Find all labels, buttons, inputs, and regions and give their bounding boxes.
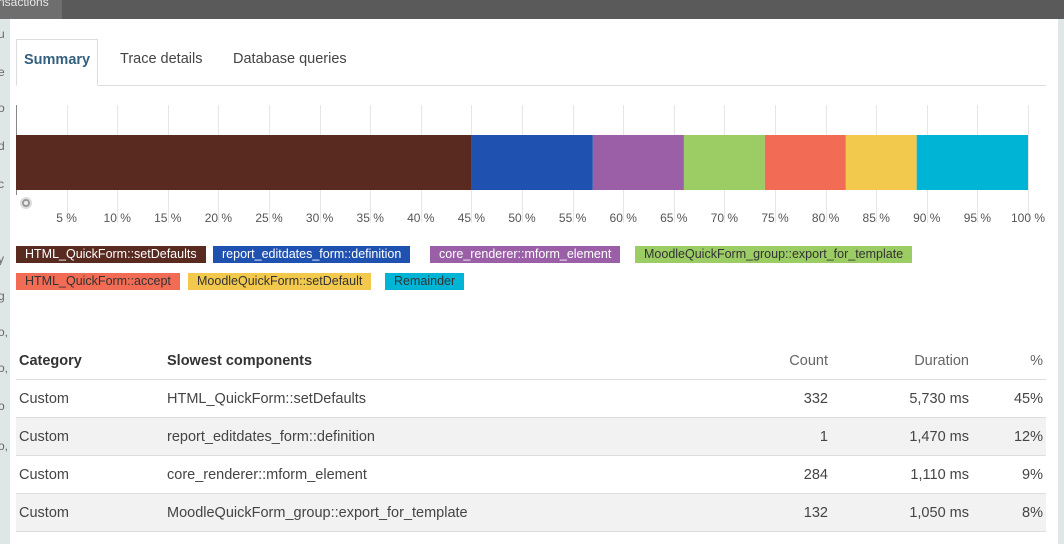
cell-count: 284	[620, 455, 831, 494]
cell-count: 332	[620, 379, 831, 418]
x-tick-label: 40 %	[407, 211, 435, 225]
background-text-fragment: o,	[0, 325, 9, 339]
legend-item[interactable]: HTML_QuickForm::accept	[16, 273, 180, 290]
table-row: Custom MoodleQuickForm_group::export_for_…	[16, 493, 1046, 532]
background-text-fragment: e	[0, 65, 5, 79]
legend-item[interactable]: MoodleQuickForm_group::export_for_templa…	[635, 246, 913, 263]
x-tick-label: 80 %	[812, 211, 840, 225]
table-row: Custom report_editdates_form::definition 1…	[16, 417, 1046, 456]
cell-component: report_editdates_form::definition	[164, 417, 620, 456]
duration-chart: 5 % 10 % 15 % 20 % 25 % 30 % 35 % 40 % 45 % 50 % 5…	[16, 105, 1046, 235]
header-count: Count	[620, 342, 831, 380]
x-tick-label: 30 %	[306, 211, 334, 225]
x-tick-label: 85 %	[863, 211, 891, 225]
background-text-fragment: o	[0, 101, 5, 115]
cell-pct: 12%	[972, 417, 1046, 456]
background-text-fragment: c	[0, 177, 4, 191]
cell-category: Custom	[16, 417, 164, 456]
cell-count: 1	[620, 417, 831, 456]
cell-duration: 1,050 ms	[831, 493, 972, 532]
origin-marker-dot	[24, 201, 28, 205]
tab-trace-details[interactable]: Trace details	[120, 39, 202, 84]
bar-segment-2[interactable]	[592, 135, 684, 190]
x-tick-label: 35 %	[357, 211, 385, 225]
cell-component: MoodleQuickForm_group::export_for_templa…	[164, 493, 620, 532]
background-text-fragment: y	[0, 252, 4, 266]
scrollbar-track[interactable]	[1058, 19, 1064, 544]
tab-database-queries[interactable]: Database queries	[233, 39, 347, 84]
x-tick-label: 55 %	[559, 211, 587, 225]
transactions-tab[interactable]: nsactions	[0, 0, 62, 19]
table-row: Custom core_renderer::mform_element 284 1,1…	[16, 455, 1046, 494]
x-tick-label: 45 %	[458, 211, 486, 225]
header-pct: %	[972, 342, 1046, 380]
table-header-row: Category Slowest components Count Durati…	[16, 342, 1046, 380]
x-tick-label: 10 %	[104, 211, 132, 225]
x-tick-label: 70 %	[711, 211, 739, 225]
x-tick-label: 5 %	[56, 211, 77, 225]
x-tick-label: 25 %	[255, 211, 283, 225]
x-tick-label: 100 %	[1011, 211, 1045, 225]
legend-item[interactable]: report_editdates_form::definition	[213, 246, 411, 263]
table-row: Custom HTML_QuickForm::setDefaults 332 5,73…	[16, 379, 1046, 418]
background-page-strip: u e o d c y g o, o, o o,	[0, 19, 10, 544]
profiler-panel: Summary Trace details Database queries 5…	[10, 19, 1058, 544]
legend-item[interactable]: Remainder	[385, 273, 465, 290]
x-tick-label: 20 %	[205, 211, 233, 225]
bar-segment-0[interactable]	[16, 135, 472, 190]
cell-component: core_renderer::mform_element	[164, 455, 620, 494]
bar-segment-1[interactable]	[471, 135, 593, 190]
chart-svg: 5 % 10 % 15 % 20 % 25 % 30 % 35 % 40 % 45 % 50 % 5…	[16, 105, 1045, 225]
header-components: Slowest components	[164, 342, 620, 380]
x-tick-label: 15 %	[154, 211, 182, 225]
cell-duration: 1,110 ms	[831, 455, 972, 494]
tab-bar: Summary Trace details Database queries	[16, 39, 1046, 86]
top-bar: nsactions	[0, 0, 1064, 19]
x-tick-label: 65 %	[660, 211, 688, 225]
background-text-fragment: d	[0, 139, 5, 153]
legend-item[interactable]: HTML_QuickForm::setDefaults	[16, 246, 206, 263]
tab-summary[interactable]: Summary	[16, 39, 99, 86]
cell-count: 132	[620, 493, 831, 532]
cell-duration: 5,730 ms	[831, 379, 972, 418]
x-tick-label: 60 %	[610, 211, 638, 225]
background-text-fragment: o,	[0, 361, 9, 375]
x-tick-label: 95 %	[964, 211, 992, 225]
bar-segment-6[interactable]	[916, 135, 1028, 190]
cell-category: Custom	[16, 379, 164, 418]
background-text-fragment: o	[0, 399, 5, 413]
x-tick-label: 90 %	[913, 211, 941, 225]
cell-category: Custom	[16, 455, 164, 494]
cell-pct: 9%	[972, 455, 1046, 494]
components-table: Category Slowest components Count Durati…	[16, 342, 1046, 532]
legend-item[interactable]: core_renderer::mform_element	[430, 246, 621, 263]
x-tick-label: 50 %	[508, 211, 536, 225]
background-text-fragment: u	[0, 27, 5, 41]
bar-segment-3[interactable]	[683, 135, 765, 190]
bar-segment-5[interactable]	[845, 135, 917, 190]
background-text-fragment: o,	[0, 439, 9, 453]
legend-item[interactable]: MoodleQuickForm::setDefault	[188, 273, 372, 290]
cell-pct: 45%	[972, 379, 1046, 418]
background-text-fragment: g	[0, 289, 5, 303]
cell-category: Custom	[16, 493, 164, 532]
header-duration: Duration	[831, 342, 972, 380]
bar-segment-4[interactable]	[764, 135, 846, 190]
x-tick-label: 75 %	[761, 211, 789, 225]
cell-duration: 1,470 ms	[831, 417, 972, 456]
header-category: Category	[16, 342, 164, 380]
cell-component: HTML_QuickForm::setDefaults	[164, 379, 620, 418]
cell-pct: 8%	[972, 493, 1046, 532]
